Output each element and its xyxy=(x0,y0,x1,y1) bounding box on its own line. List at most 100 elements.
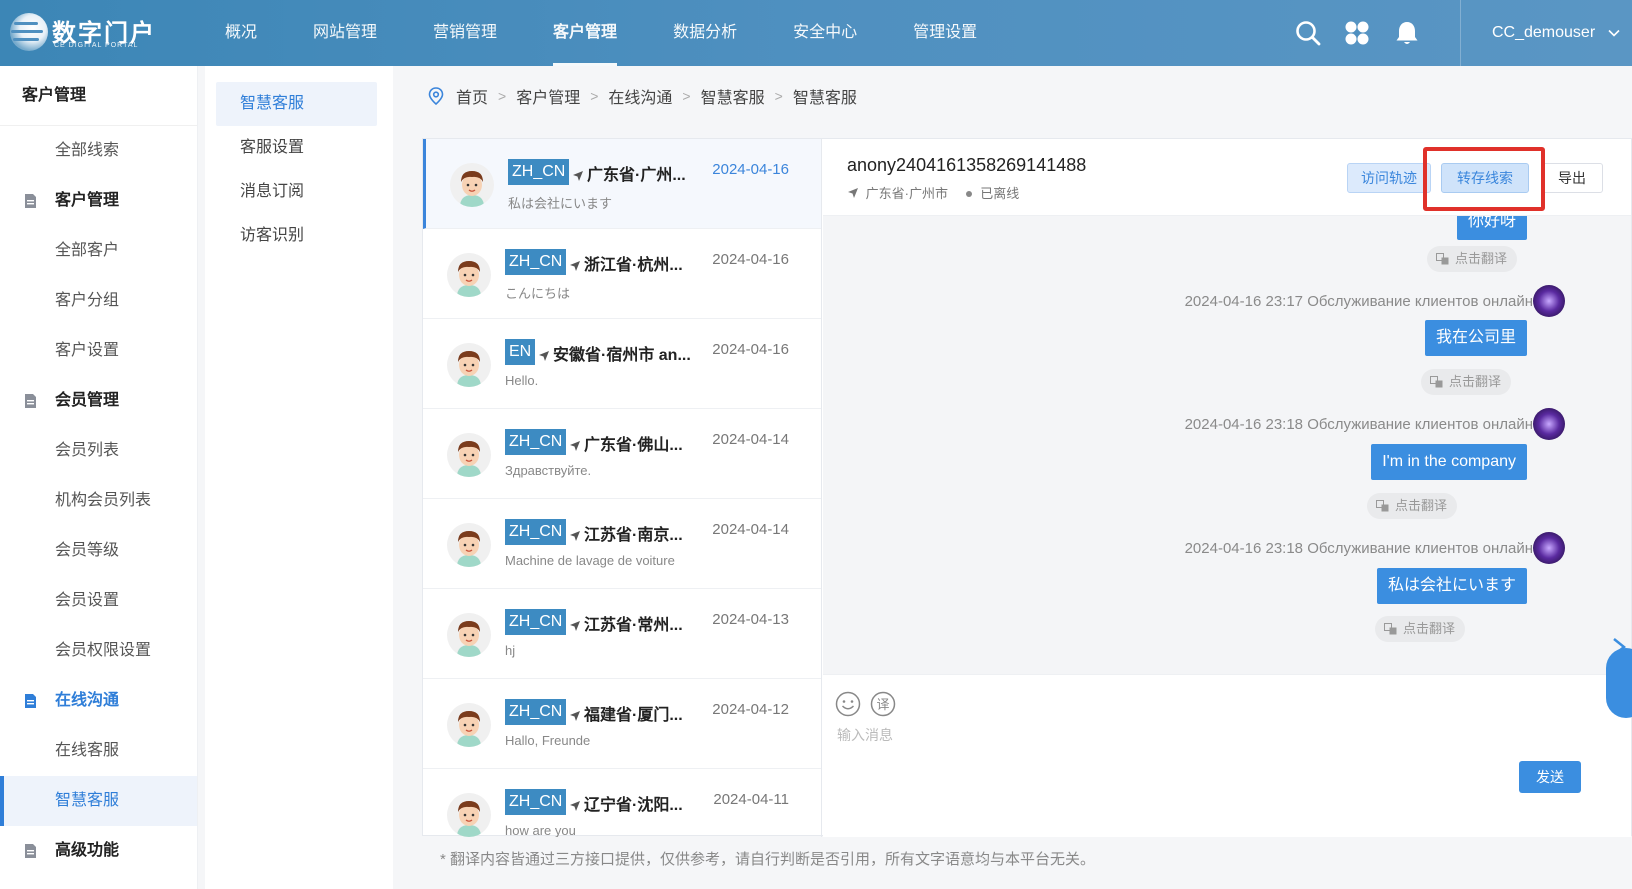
conversation-item[interactable]: ZH_CN 福建省·厦门... 2024-04-12 Hallo, Freunde xyxy=(423,679,821,769)
sub-navigation: 智慧客服 客服设置 消息订阅 访客识别 xyxy=(205,66,393,889)
nav-admin-settings[interactable]: 管理设置 xyxy=(898,0,992,66)
language-badge: ZH_CN xyxy=(508,159,570,185)
portal-logo[interactable]: 数字门户 CE DIGITAL PORTAL xyxy=(10,11,160,55)
visitor-name: anony2404161358269141488 xyxy=(847,155,1087,175)
message-area[interactable]: 你好呀 点击翻译 2024-04-16 23:17 Обслуживание к… xyxy=(823,216,1591,674)
visitor-avatar xyxy=(447,793,491,837)
visitor-avatar-icon xyxy=(447,343,491,387)
search-icon[interactable] xyxy=(1295,20,1321,46)
breadcrumb-online-communication[interactable]: 在线沟通 xyxy=(608,84,672,108)
sidebar-group-online-communication[interactable]: 在线沟通 xyxy=(0,676,197,726)
conversation-item[interactable]: EN 安徽省·宿州市 an... 2024-04-16 Hello. xyxy=(423,319,821,409)
nav-website-management[interactable]: 网站管理 xyxy=(298,0,392,66)
nav-customer-management[interactable]: 客户管理 xyxy=(538,0,632,66)
breadcrumb: 首页 > 客户管理 > 在线沟通 > 智慧客服 > 智慧客服 xyxy=(428,82,857,110)
sidebar-item-member-settings[interactable]: 会员设置 xyxy=(0,576,197,626)
scroll-rail[interactable] xyxy=(1591,216,1631,674)
translate-button[interactable]: 点击翻译 xyxy=(1366,493,1457,519)
visitor-avatar xyxy=(447,433,491,477)
document-icon xyxy=(25,844,36,858)
sidebar-item-org-member-list[interactable]: 机构会员列表 xyxy=(0,476,197,526)
user-menu[interactable]: CC_demouser xyxy=(1492,0,1620,66)
language-badge: ZH_CN xyxy=(505,609,567,635)
breadcrumb-smart-service[interactable]: 智慧客服 xyxy=(701,84,765,108)
apps-icon[interactable] xyxy=(1344,20,1370,46)
location-pin-icon xyxy=(428,87,444,105)
sidebar-item-member-list[interactable]: 会员列表 xyxy=(0,426,197,476)
emoji-icon[interactable] xyxy=(835,691,861,717)
status-dot-icon xyxy=(965,190,972,197)
bell-icon[interactable] xyxy=(1394,20,1420,46)
translation-disclaimer: * 翻译内容皆通过三方接口提供，仅供参考，请自行判断是否引用，所有文字语意均与本… xyxy=(440,851,1096,868)
conversation-location: 福建省·厦门... xyxy=(569,701,683,725)
sidebar-item-label: 会员权限设置 xyxy=(55,642,152,659)
nav-security-center[interactable]: 安全中心 xyxy=(778,0,872,66)
translate-toggle-icon[interactable]: 译 xyxy=(870,691,896,717)
translate-label: 点击翻译 xyxy=(1402,621,1455,636)
sidebar-item-all-customers[interactable]: 全部客户 xyxy=(0,226,197,276)
nav-marketing-management[interactable]: 营销管理 xyxy=(418,0,512,66)
navigation-arrow-icon xyxy=(570,261,580,271)
nav-overview[interactable]: 概况 xyxy=(210,0,272,66)
sidebar-item-label: 会员列表 xyxy=(55,442,120,459)
conversation-last-message: Здравствуйте. xyxy=(505,463,592,478)
sidebar-item-smart-service[interactable]: 智慧客服 xyxy=(0,776,197,826)
breadcrumb-customer-management[interactable]: 客户管理 xyxy=(516,84,580,108)
conversation-last-message: 私は会社にいます xyxy=(508,196,613,211)
navigation-arrow-icon xyxy=(570,531,580,541)
sidebar: 客户管理 全部线索 客户管理 全部客户 客户分组 客户设置 会员管理 会员列表 … xyxy=(0,66,198,889)
sidebar-item-member-levels[interactable]: 会员等级 xyxy=(0,526,197,576)
translate-button[interactable]: 点击翻译 xyxy=(1374,616,1465,642)
sidebar-item-label: 会员等级 xyxy=(55,542,120,559)
conversation-location: 安徽省·宿州市 an... xyxy=(538,341,691,365)
subnav-message-subscription[interactable]: 消息订阅 xyxy=(216,170,377,214)
navigation-arrow-icon xyxy=(570,441,580,451)
translate-button[interactable]: 点击翻译 xyxy=(1420,369,1511,395)
conversation-item[interactable]: ZH_CN 广东省·广州... 2024-04-16 私は会社にいます xyxy=(423,139,821,229)
conversation-item[interactable]: ZH_CN 广东省·佛山... 2024-04-14 Здравствуйте. xyxy=(423,409,821,499)
floating-assistant-button[interactable] xyxy=(1606,648,1632,718)
subnav-visitor-identification[interactable]: 访客识别 xyxy=(216,214,377,258)
nav-data-analysis[interactable]: 数据分析 xyxy=(658,0,752,66)
document-icon xyxy=(25,694,36,708)
conversation-item[interactable]: ZH_CN 江苏省·常州... 2024-04-13 hj xyxy=(423,589,821,679)
translate-button[interactable]: 点击翻译 xyxy=(1426,246,1517,272)
message-bubble: 你好呀 xyxy=(1456,216,1527,240)
conversation-location: 广东省·佛山... xyxy=(569,431,683,455)
send-button[interactable]: 发送 xyxy=(1519,761,1581,793)
visitor-avatar xyxy=(447,343,491,387)
message-input[interactable]: 输入消息 xyxy=(837,725,893,745)
visit-track-button[interactable]: 访问轨迹 xyxy=(1347,163,1431,193)
conversation-item[interactable]: ZH_CN 辽宁省·沈阳... 2024-04-11 how are you xyxy=(423,769,821,837)
breadcrumb-home[interactable]: 首页 xyxy=(456,84,488,108)
translate-label: 点击翻译 xyxy=(1454,251,1507,266)
message-meta: 2024-04-16 23:18 Обслуживание клиентов о… xyxy=(1184,540,1533,557)
visitor-location: 广东省·广州市 xyxy=(865,186,948,201)
sidebar-group-advanced-features[interactable]: 高级功能 xyxy=(0,826,197,876)
language-badge: EN xyxy=(505,339,536,365)
sidebar-group-member-management[interactable]: 会员管理 xyxy=(0,376,197,426)
visitor-avatar-icon xyxy=(447,523,491,567)
sidebar-group-customer-management[interactable]: 客户管理 xyxy=(0,176,197,226)
sidebar-item-all-leads[interactable]: 全部线索 xyxy=(0,126,197,176)
location-text: 广东省·佛山... xyxy=(584,437,683,454)
sidebar-item-label: 在线客服 xyxy=(55,742,120,759)
location-text: 浙江省·杭州... xyxy=(584,257,683,274)
sidebar-item-customer-groups[interactable]: 客户分组 xyxy=(0,276,197,326)
sidebar-item-customer-settings[interactable]: 客户设置 xyxy=(0,326,197,376)
save-as-lead-button[interactable]: 转存线索 xyxy=(1441,163,1529,193)
subnav-smart-service[interactable]: 智慧客服 xyxy=(216,82,377,126)
conversation-item[interactable]: ZH_CN 江苏省·南京... 2024-04-14 Machine de lavag… xyxy=(423,499,821,589)
sidebar-item-label: 全部客户 xyxy=(55,242,120,259)
sidebar-item-member-permissions[interactable]: 会员权限设置 xyxy=(0,626,197,676)
subnav-service-settings[interactable]: 客服设置 xyxy=(216,126,377,170)
export-button[interactable]: 导出 xyxy=(1541,163,1603,193)
conversation-item[interactable]: ZH_CN 浙江省·杭州... 2024-04-16 こんにちは xyxy=(423,229,821,319)
sidebar-item-online-service[interactable]: 在线客服 xyxy=(0,726,197,776)
visitor-avatar xyxy=(447,253,491,297)
agent-avatar xyxy=(1533,532,1565,564)
top-navigation-bar: 数字门户 CE DIGITAL PORTAL 概况 网站管理 营销管理 客户管理… xyxy=(0,0,1632,66)
language-badge: ZH_CN xyxy=(505,249,567,275)
conversation-last-message: hj xyxy=(505,643,516,658)
conversation-location: 辽宁省·沈阳... xyxy=(569,791,683,815)
